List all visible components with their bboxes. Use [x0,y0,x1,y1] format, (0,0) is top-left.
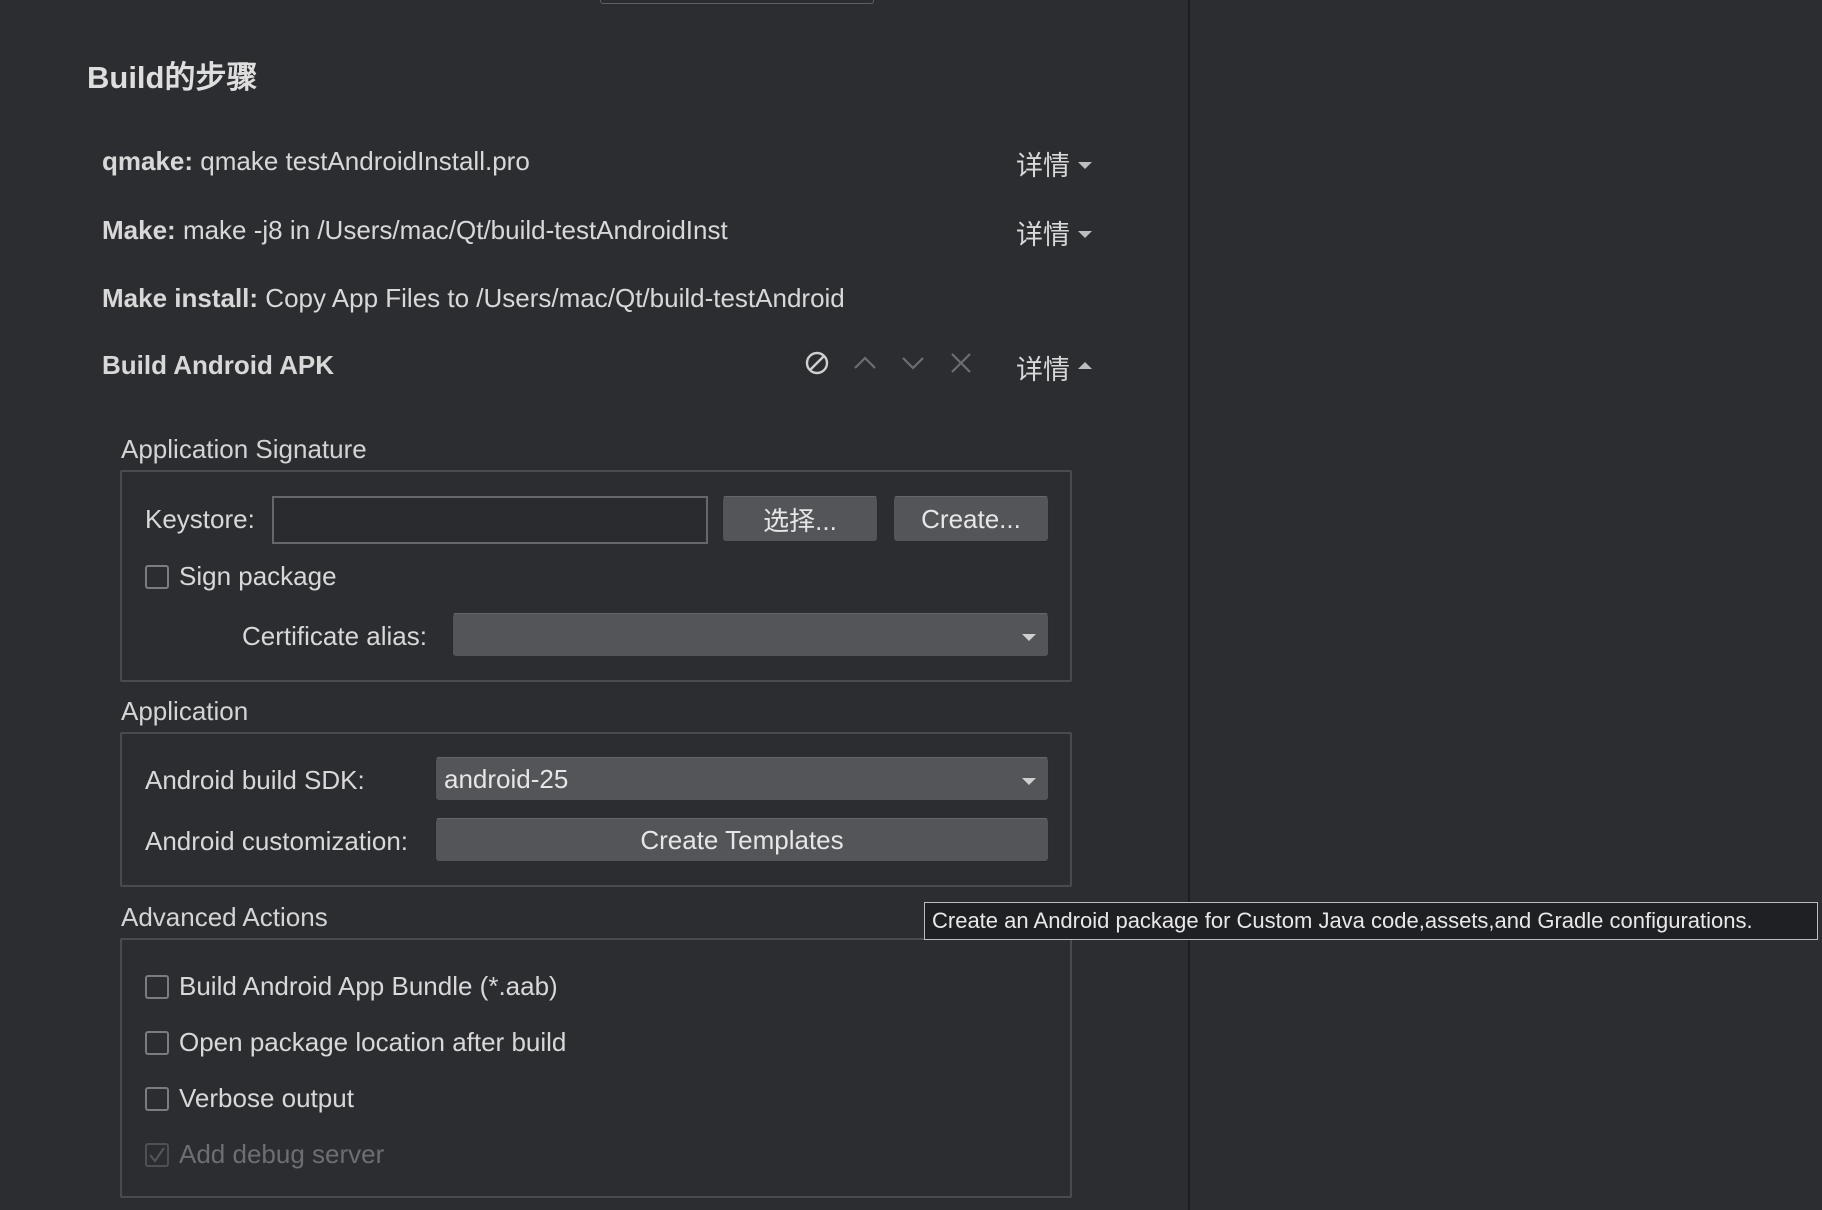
application-group-label: Application [121,696,249,726]
android-build-sdk-value: android-25 [444,763,569,794]
build-aab-checkbox[interactable]: Build Android App Bundle (*.aab) [145,971,558,1002]
step-summary: qmake: qmake testAndroidInstall.pro [102,146,1002,177]
step-summary: Make: make -j8 in /Users/mac/Qt/build-te… [102,215,774,246]
step-name: Build Android APK [102,350,335,380]
signature-group-label: Application Signature [121,434,367,464]
checkbox-box [145,974,169,999]
page-title: Build的步骤 [87,60,258,95]
remove-step-icon[interactable] [946,348,976,378]
verbose-output-label: Verbose output [179,1083,354,1113]
step-text: make -j8 in /Users/mac/Qt/build-testAndr… [182,215,728,245]
step-summary: Build Android APK [102,350,334,381]
build-step-android-apk: Build Android APK 详情 [102,344,1092,387]
android-build-sdk-select[interactable]: android-25 [435,757,1049,801]
disable-step-icon[interactable] [802,348,832,378]
choose-keystore-button[interactable]: 选择... [722,496,878,542]
step-text: qmake testAndroidInstall.pro [200,146,530,176]
details-label: 详情 [1016,220,1070,250]
add-debug-server-checkbox: Add debug server [145,1139,384,1170]
chevron-up-icon [1078,362,1092,369]
tooltip: Create an Android package for Custom Jav… [924,902,1818,940]
build-aab-label: Build Android App Bundle (*.aab) [179,971,558,1001]
step-summary: Make install: Copy App Files to /Users/m… [102,283,892,314]
certificate-alias-label: Certificate alias: [242,621,427,651]
application-group: Android build SDK: android-25 Android cu… [120,732,1072,887]
build-step-qmake: qmake: qmake testAndroidInstall.pro 详情 [102,140,1092,183]
create-keystore-button[interactable]: Create... [893,496,1049,542]
signature-group: Keystore: 选择... Create... Sign package C… [120,470,1072,682]
move-up-icon[interactable] [850,348,880,378]
open-package-location-checkbox[interactable]: Open package location after build [145,1027,566,1058]
details-toggle[interactable]: 详情 [1016,144,1092,183]
android-customization-label: Android customization: [145,826,409,856]
checkbox-box [145,1086,169,1111]
step-text: Copy App Files to /Users/mac/Qt/build-te… [265,283,845,313]
right-pane [1190,0,1822,1210]
checkbox-box [145,564,169,589]
move-down-icon[interactable] [898,348,928,378]
keystore-input[interactable] [272,496,708,544]
create-templates-button[interactable]: Create Templates [435,818,1049,862]
add-debug-server-label: Add debug server [179,1139,385,1169]
chevron-down-icon [1078,162,1092,169]
step-name: Make: [102,215,176,245]
top-tab [600,0,874,4]
details-label: 详情 [1016,355,1070,385]
step-name: qmake: [102,146,194,176]
details-toggle[interactable]: 详情 [1016,213,1092,252]
verbose-output-checkbox[interactable]: Verbose output [145,1083,354,1114]
advanced-group-label: Advanced Actions [121,902,328,932]
details-toggle[interactable]: 详情 [1016,348,1092,387]
android-build-sdk-label: Android build SDK: [145,765,365,795]
step-name: Make install: [102,283,259,313]
build-step-make-install: Make install: Copy App Files to /Users/m… [102,277,1092,317]
checkbox-box [145,1030,169,1055]
build-step-make: Make: make -j8 in /Users/mac/Qt/build-te… [102,209,1092,252]
certificate-alias-select[interactable] [452,613,1049,657]
sign-package-label: Sign package [179,561,337,591]
step-tools [802,348,976,378]
chevron-down-icon [1078,231,1092,238]
advanced-group: Build Android App Bundle (*.aab) Open pa… [120,938,1072,1198]
keystore-label: Keystore: [145,504,255,534]
details-label: 详情 [1016,151,1070,181]
open-package-location-label: Open package location after build [179,1027,567,1057]
chevron-down-icon [1022,634,1036,641]
checkbox-box [145,1142,169,1167]
chevron-down-icon [1022,778,1036,785]
sign-package-checkbox[interactable]: Sign package [145,561,337,592]
checkmark-icon [149,1146,165,1163]
